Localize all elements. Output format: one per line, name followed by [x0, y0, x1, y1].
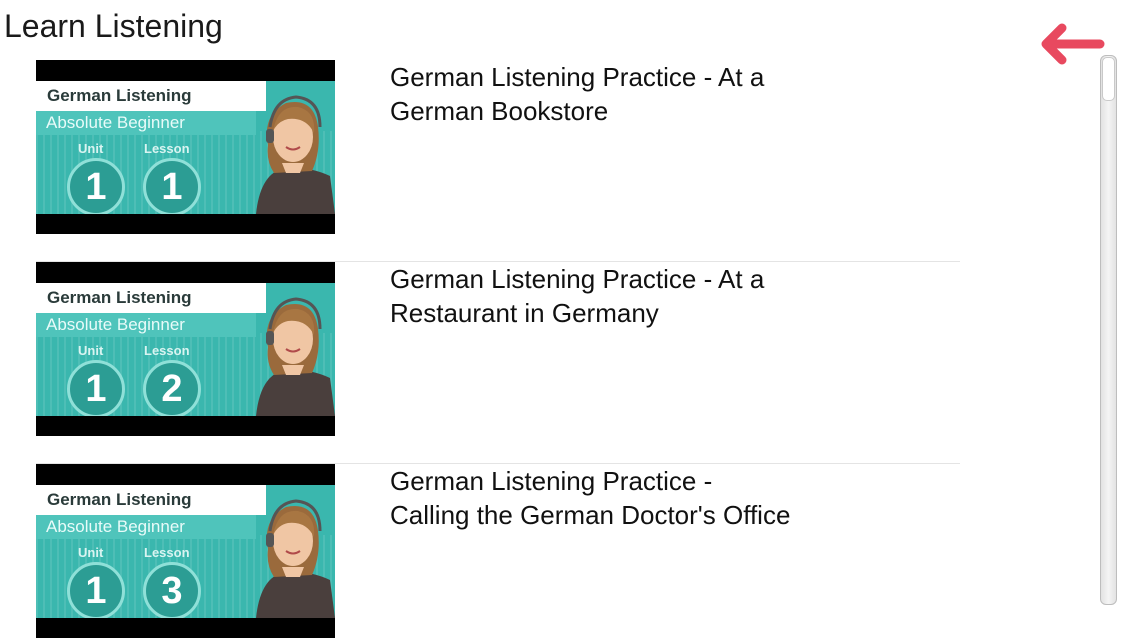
thumbnail-subheading: Absolute Beginner — [46, 113, 185, 132]
lesson-label: Lesson — [144, 343, 190, 358]
presenter-image — [256, 499, 335, 618]
lesson-thumbnail: German Listening Absolute Beginner Unit … — [36, 262, 335, 436]
list-item[interactable]: German Listening Absolute Beginner Unit … — [36, 262, 960, 464]
lesson-number: 1 — [143, 158, 201, 214]
lesson-title: German Listening Practice - At a German … — [390, 62, 765, 126]
app-window: Learn Listening German Listening Absolut… — [0, 0, 1136, 639]
unit-number: 1 — [67, 158, 125, 214]
scrollbar-thumb[interactable] — [1102, 57, 1115, 101]
lesson-number: 2 — [143, 360, 201, 416]
vertical-scrollbar[interactable] — [1100, 55, 1117, 605]
lesson-label: Lesson — [144, 545, 190, 560]
back-button[interactable] — [1034, 20, 1106, 68]
thumbnail-subheading: Absolute Beginner — [46, 315, 185, 334]
lesson-title: German Listening Practice - At a Restaur… — [390, 264, 765, 328]
unit-number: 1 — [67, 360, 125, 416]
unit-label: Unit — [78, 545, 104, 560]
back-arrow-icon — [1041, 23, 1105, 65]
unit-label: Unit — [78, 343, 104, 358]
list-item[interactable]: German Listening Absolute Beginner Unit … — [36, 60, 960, 262]
presenter-image — [256, 297, 335, 416]
thumbnail-heading: German Listening — [47, 288, 192, 307]
page-title: Learn Listening — [4, 8, 223, 44]
thumbnail-heading: German Listening — [47, 490, 192, 509]
lesson-thumbnail: German Listening Absolute Beginner Unit … — [36, 464, 335, 638]
lesson-list: German Listening Absolute Beginner Unit … — [0, 60, 1000, 639]
thumbnail-heading: German Listening — [47, 86, 192, 105]
list-item[interactable]: German Listening Absolute Beginner Unit … — [36, 464, 960, 639]
presenter-image — [256, 95, 335, 214]
lesson-number: 3 — [143, 562, 201, 618]
unit-number: 1 — [67, 562, 125, 618]
lesson-thumbnail: German Listening Absolute Beginner Unit … — [36, 60, 335, 234]
lesson-title: German Listening Practice - Calling the … — [390, 466, 791, 530]
unit-label: Unit — [78, 141, 104, 156]
lesson-label: Lesson — [144, 141, 190, 156]
thumbnail-subheading: Absolute Beginner — [46, 517, 185, 536]
